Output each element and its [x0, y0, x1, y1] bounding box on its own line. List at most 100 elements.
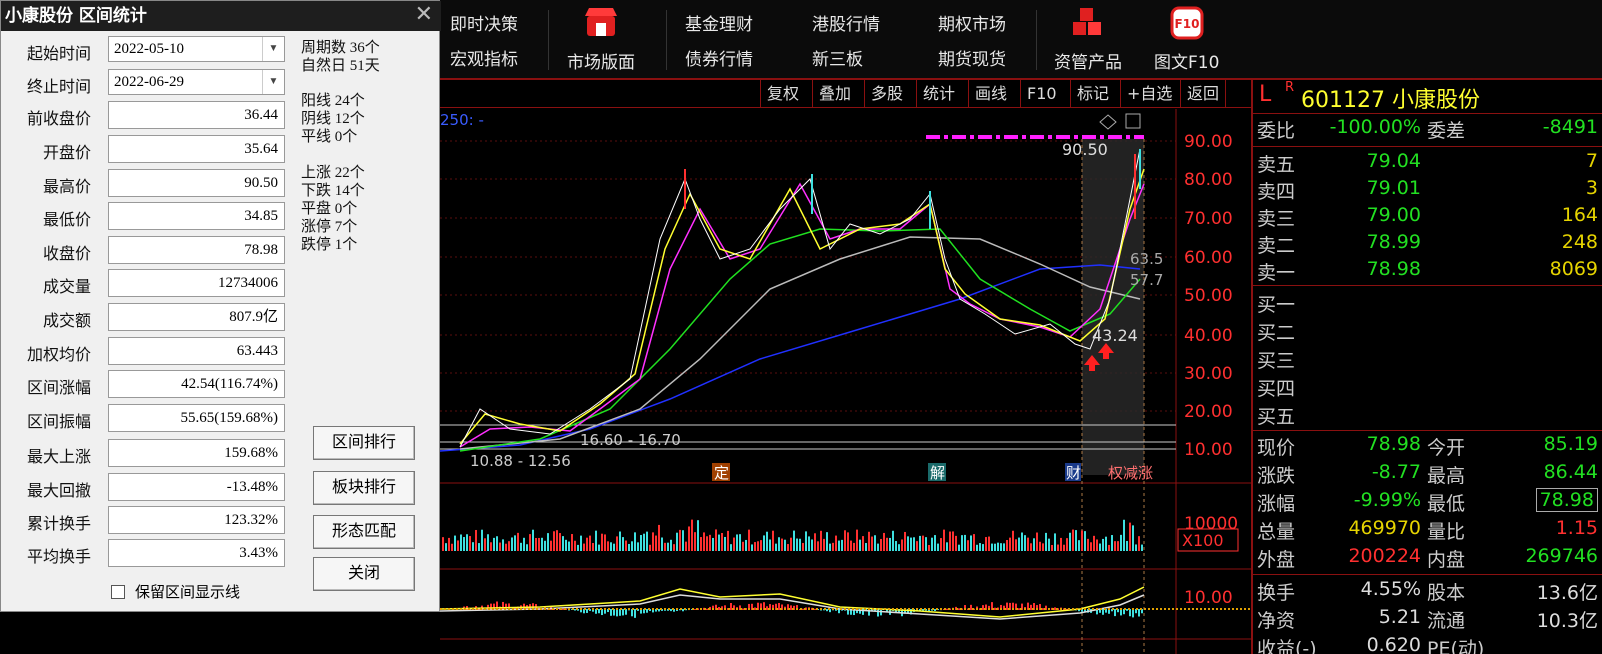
shop-icon[interactable]	[583, 4, 619, 40]
chevron-down-icon[interactable]: ▼	[262, 70, 284, 94]
event-jiejin[interactable]: 解	[930, 464, 945, 482]
chart-btn-f10[interactable]: F10	[1020, 80, 1063, 108]
toolbar-f10-graph[interactable]: 图文F10	[1154, 48, 1219, 73]
volume-bar	[565, 539, 567, 551]
volume-bar	[1060, 537, 1062, 551]
chart-btn-back[interactable]: 返回	[1180, 80, 1227, 108]
macd-bar	[634, 609, 636, 618]
event-jian[interactable]: 减	[1123, 464, 1138, 482]
field-value: 63.443	[108, 337, 285, 365]
bid-row[interactable]: 买五	[1253, 402, 1602, 432]
chart-btn-watchlist[interactable]: +自选	[1120, 80, 1178, 108]
volume-bar	[904, 531, 906, 551]
ask-row[interactable]: 卖四 79.01 3	[1253, 177, 1602, 207]
ask-row[interactable]: 卖三 79.00 164	[1253, 204, 1602, 234]
volume-bar	[754, 542, 756, 551]
chart-btn-stats[interactable]: 统计	[916, 80, 961, 108]
volume-bar	[577, 544, 579, 551]
ask-row[interactable]: 卖一 78.98 8069	[1253, 258, 1602, 288]
volume-bar	[1033, 538, 1035, 551]
toolbar-hk-stocks[interactable]: 港股行情	[812, 10, 880, 35]
chart-btn-mark[interactable]: 标记	[1070, 80, 1115, 108]
ask-row[interactable]: 卖二 78.99 248	[1253, 231, 1602, 261]
stat2-value: 10.3亿	[1536, 610, 1598, 632]
price-line	[459, 148, 1141, 448]
chevron-down-icon[interactable]: ▼	[262, 37, 284, 61]
volume-bar	[478, 543, 480, 551]
stat-value: -9.99%	[1353, 489, 1421, 511]
volume-bar	[640, 535, 642, 551]
toolbar-neeq[interactable]: 新三板	[812, 45, 863, 70]
volume-bar	[670, 539, 672, 551]
volume-bar	[1078, 540, 1080, 551]
bid-row[interactable]: 买四	[1253, 374, 1602, 404]
volume-bar	[781, 538, 783, 551]
interval-rank-button[interactable]: 区间排行	[313, 426, 415, 460]
volume-bar	[592, 542, 594, 551]
field-value: 807.9亿	[108, 303, 285, 331]
event-zhang[interactable]: 涨	[1138, 464, 1153, 482]
event-dingzeng[interactable]: 定	[714, 464, 729, 482]
weibi-value: -100.00%	[1329, 116, 1421, 138]
volume-bar	[790, 537, 792, 551]
volume-bar	[601, 533, 603, 551]
volume-bar	[862, 536, 864, 551]
toolbar-futures-spot[interactable]: 期货现货	[938, 45, 1006, 70]
chart-btn-adjust[interactable]: 复权	[760, 80, 805, 108]
pattern-match-button[interactable]: 形态匹配	[313, 515, 415, 549]
volume-bar	[832, 542, 834, 551]
toolbar-fund-finance[interactable]: 基金理财	[685, 10, 753, 35]
volume-bar	[859, 539, 861, 551]
event-caibao[interactable]: 财	[1066, 464, 1081, 482]
volume-bar	[1141, 544, 1143, 551]
bid-row[interactable]: 买三	[1253, 346, 1602, 376]
volume-bar	[499, 542, 501, 551]
volume-bar	[766, 531, 768, 551]
start-date-select[interactable]: 2022-05-10 ▼	[108, 36, 285, 62]
stat2-label: 换手	[1257, 582, 1296, 604]
sector-rank-button[interactable]: 板块排行	[313, 471, 415, 505]
volume-bar	[529, 534, 531, 551]
volume-bar	[619, 531, 621, 551]
window-icon[interactable]	[1125, 113, 1141, 129]
volume-bar	[775, 543, 777, 551]
macd-tick: 10.00	[1184, 588, 1233, 608]
volume-bar	[658, 524, 660, 551]
toolbar-macro-indicators[interactable]: 宏观指标	[450, 45, 518, 70]
volume-bar	[1105, 536, 1107, 551]
toolbar-instant-decision[interactable]: 即时决策	[450, 10, 518, 35]
volume-bar	[883, 532, 885, 551]
volume-bar	[1021, 532, 1023, 551]
toolbar-options-market[interactable]: 期权市场	[938, 10, 1006, 35]
chart-btn-overlay[interactable]: 叠加	[812, 80, 857, 108]
toolbar-market-board[interactable]: 市场版面	[567, 48, 635, 73]
f10-icon[interactable]: F10	[1170, 6, 1204, 40]
volume-bar	[631, 541, 633, 551]
toolbar-asset-products[interactable]: 资管产品	[1054, 48, 1122, 73]
kline-chart[interactable]: 90.00 80.00 70.00 60.00 50.00 40.00 30.0…	[440, 109, 1252, 654]
field-label: 开盘价	[42, 145, 91, 162]
diamond-icon[interactable]	[1099, 114, 1117, 130]
close-icon[interactable]: ✕	[415, 3, 433, 27]
chart-btn-multi[interactable]: 多股	[864, 80, 909, 108]
volume-bar	[778, 537, 780, 551]
cubes-icon[interactable]	[1070, 6, 1104, 40]
volume-bar	[442, 537, 444, 551]
stat-value-text: 269746	[1525, 545, 1598, 567]
ask-row[interactable]: 卖五 79.04 7	[1253, 150, 1602, 180]
close-button[interactable]: 关闭	[313, 557, 415, 591]
volume-bar	[574, 540, 576, 551]
toolbar-bond-quotes[interactable]: 债券行情	[685, 45, 753, 70]
volume-bar	[706, 536, 708, 551]
keep-interval-label[interactable]: 保留区间显示线	[135, 581, 240, 602]
bid-row[interactable]: 买一	[1253, 290, 1602, 320]
volume-bar	[556, 530, 558, 551]
keep-interval-checkbox[interactable]	[111, 585, 125, 599]
bid-row[interactable]: 买二	[1253, 318, 1602, 348]
volume-bar	[1036, 532, 1038, 551]
event-quan[interactable]: 权	[1108, 464, 1123, 482]
end-date-select[interactable]: 2022-06-29 ▼	[108, 69, 285, 95]
volume-bar	[718, 534, 720, 551]
volume-bars	[442, 519, 1143, 551]
chart-btn-draw[interactable]: 画线	[968, 80, 1013, 108]
